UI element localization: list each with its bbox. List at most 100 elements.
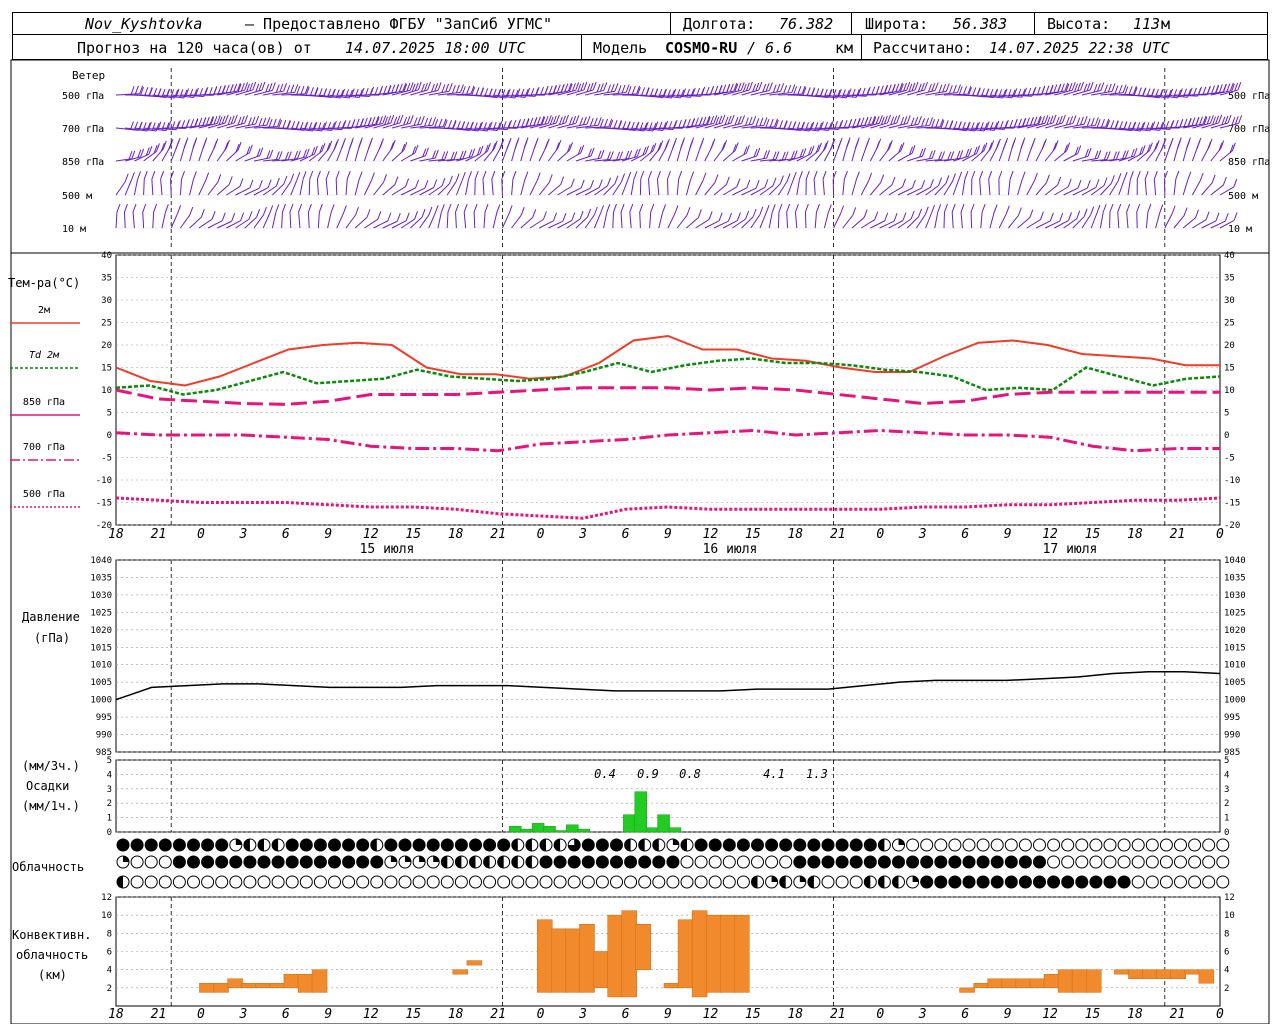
cloud-symbol: [1202, 875, 1216, 889]
conv-bar: [1114, 969, 1130, 975]
wind-barb-feather: [759, 117, 764, 127]
cloud-symbol: [525, 875, 539, 889]
wind-barb-shaft: [170, 213, 179, 229]
wind-barb-feather: [1086, 118, 1091, 127]
wind-barb-feather: [525, 118, 530, 127]
wind-barb-shaft: [685, 179, 692, 196]
conv-bar: [213, 983, 229, 993]
wind-barb-shaft: [354, 216, 368, 229]
wind-barb-feather: [1057, 84, 1062, 93]
conv-bar: [635, 924, 652, 970]
wind-barb-feather: [771, 204, 776, 213]
cloud-symbol: [313, 855, 327, 869]
wind-barb-feather: [921, 118, 926, 127]
wind-barb-feather: [269, 205, 274, 214]
conv-bar: [1198, 969, 1215, 984]
wind-barb-feather: [1080, 81, 1085, 91]
wind-barb-feather: [1238, 115, 1243, 124]
wind-level-label-right: 10 м: [1228, 224, 1252, 235]
cloud-symbol: [807, 838, 821, 852]
wind-barb-feather: [447, 203, 452, 213]
wind-barb-feather: [863, 209, 868, 218]
cloud-symbol-quarter: [123, 856, 129, 862]
cloud-symbol: [229, 875, 243, 889]
wind-barb-feather: [486, 142, 491, 152]
cloud-symbol: [243, 855, 257, 869]
wind-barb-shaft: [124, 180, 132, 196]
conv-xtick: 18: [1127, 1007, 1143, 1022]
temp-xtick: 21: [830, 527, 846, 542]
wind-barb-feather: [268, 83, 273, 92]
wind-barb-feather: [686, 118, 691, 128]
conv-xtick: 0: [876, 1007, 884, 1022]
wind-barb-feather: [1218, 84, 1223, 93]
wind-barb-feather: [579, 210, 584, 220]
wind-barb-shaft: [455, 211, 457, 229]
cloud-symbol-quarter: [405, 856, 411, 862]
wind-barb-feather: [231, 213, 236, 222]
wind-barb-shaft: [649, 212, 652, 229]
wind-barb-feather: [432, 117, 437, 126]
wind-barb-feather: [764, 179, 769, 188]
temp-xtick: 12: [703, 527, 719, 542]
conv-bar: [607, 914, 623, 998]
wind-barb-shaft: [980, 212, 983, 229]
wind-barb-shaft: [713, 184, 727, 196]
wind-barb-feather: [565, 114, 569, 124]
conv-xtick: 12: [363, 1007, 379, 1022]
cloud-symbol-quarter: [898, 839, 905, 845]
wind-barb-feather: [708, 211, 713, 220]
conv-xtick: 3: [918, 1007, 927, 1022]
wind-barb-feather: [929, 117, 934, 126]
cloud-symbol: [1174, 838, 1187, 852]
cloud-symbol: [990, 855, 1004, 869]
wind-barb-feather: [906, 82, 911, 91]
wind-barb-feather: [1045, 85, 1050, 94]
wind-barb-feather: [427, 81, 432, 91]
wind-barb-feather: [729, 83, 734, 92]
wind-barb-feather: [1094, 150, 1099, 159]
wind-barb-feather: [294, 84, 299, 93]
cloud-symbol-half: [272, 839, 279, 851]
temp-xtick: 9: [1004, 527, 1012, 542]
wind-barb-feather: [284, 151, 289, 160]
cloud-symbol: [398, 838, 412, 852]
wind-barb-shaft: [906, 216, 919, 229]
wind-barb-shaft: [796, 179, 800, 196]
wind-barb-feather: [619, 151, 623, 160]
wind-barb-feather: [1206, 85, 1211, 95]
cloud-symbol: [948, 838, 962, 852]
conv-bar: [199, 983, 215, 993]
wind-barb-feather: [441, 177, 446, 187]
wind-barb-feather: [856, 118, 861, 127]
wind-barb-shaft: [979, 179, 982, 196]
wind-barb-feather: [200, 208, 205, 218]
wind-barb-shaft: [1210, 184, 1224, 196]
cloud-symbol: [595, 875, 609, 889]
wind-barb-feather: [600, 205, 605, 214]
wind-barb-feather: [587, 208, 592, 218]
conv-bar: [705, 914, 722, 993]
wind-barb-feather: [938, 84, 943, 93]
temp-ytick-right: -5: [1224, 454, 1235, 464]
cloud-symbol: [1202, 838, 1216, 852]
wind-barb-shaft: [419, 187, 434, 196]
wind-barb-feather: [1086, 179, 1091, 189]
wind-barb-feather: [664, 141, 669, 150]
wind-barb-feather: [341, 140, 345, 149]
temp-ytick-right: -20: [1224, 521, 1240, 531]
wind-barb-feather: [1211, 174, 1216, 184]
conv-bar: [466, 960, 483, 966]
wind-barb-shaft: [308, 178, 311, 196]
wind-barb-feather: [192, 171, 197, 180]
wind-barb-feather: [786, 203, 791, 213]
wind-barb-shaft: [787, 179, 794, 196]
wind-barb-feather: [181, 170, 186, 180]
wind-barb-feather: [430, 83, 435, 93]
wind-barb-feather: [455, 203, 459, 213]
wind-barb-feather: [783, 85, 788, 94]
cloud-symbol: [1131, 855, 1145, 869]
cloud-symbol: [962, 838, 976, 852]
cloud-symbol: [483, 838, 497, 852]
wind-barb-feather: [947, 151, 952, 160]
